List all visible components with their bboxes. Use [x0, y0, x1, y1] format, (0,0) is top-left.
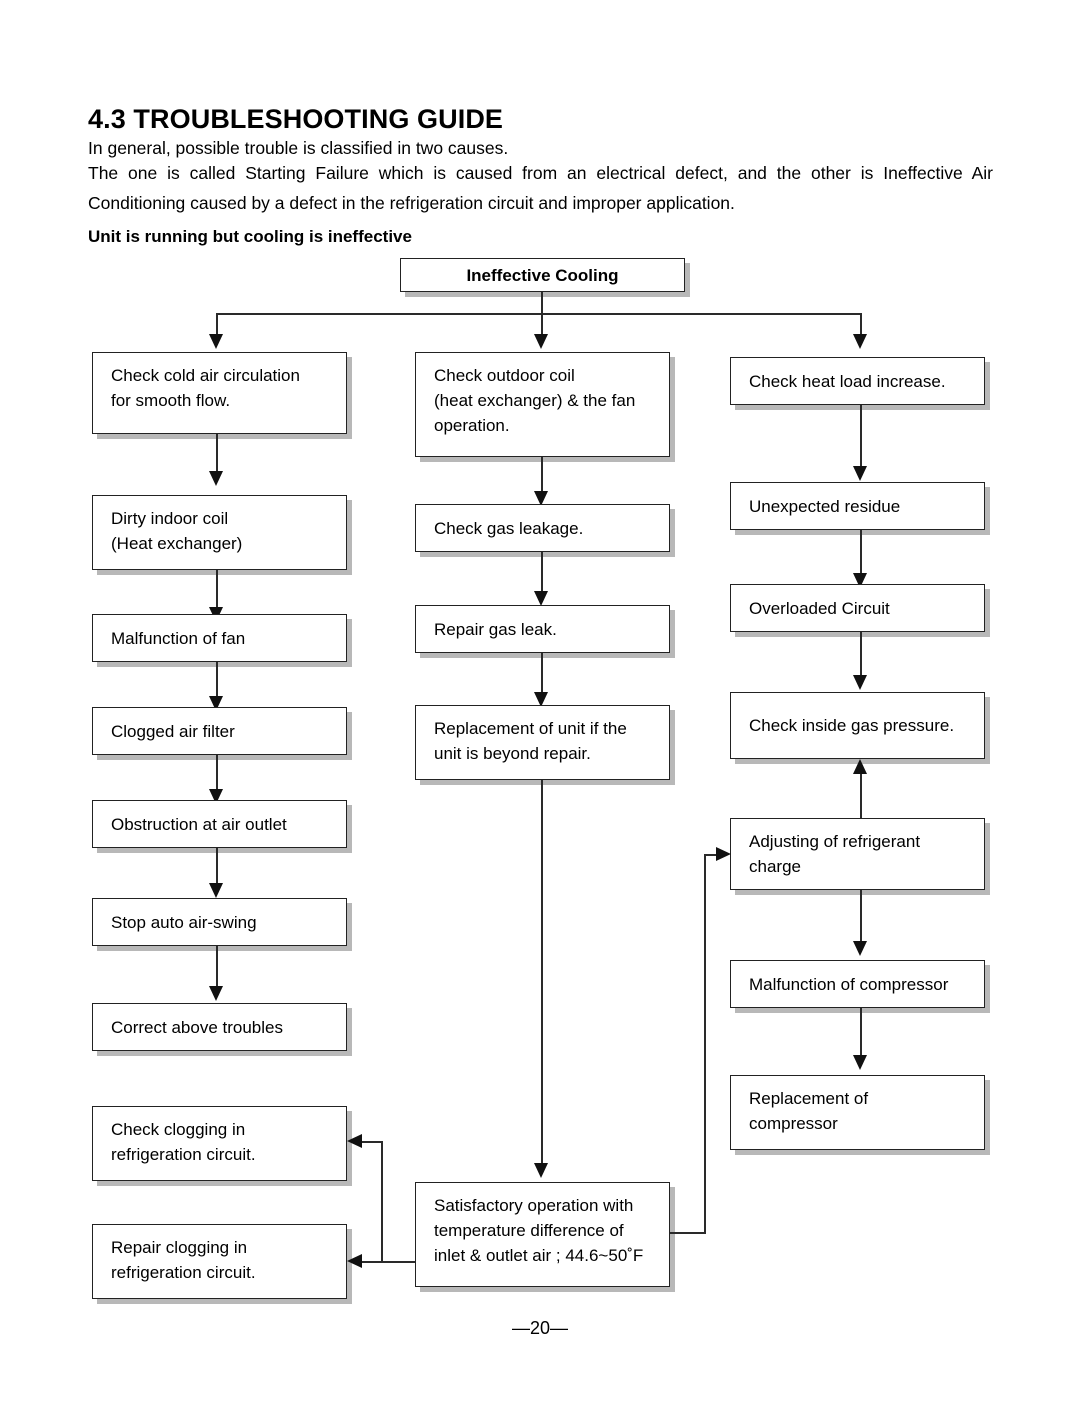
- arrow-right-4-up: [853, 759, 867, 774]
- flow-node-satisfactory-operation: Satisfactory operation with temperature …: [415, 1182, 670, 1287]
- arrow-mid-2: [534, 591, 548, 606]
- flow-node-repair-gas-leak: Repair gas leak.: [415, 605, 670, 653]
- connector-branch-bar: [216, 313, 861, 315]
- arrow-loop-into-adjusting: [716, 847, 731, 861]
- connector-loop-vertical: [704, 854, 706, 1232]
- arrow-left-1: [209, 471, 223, 486]
- connector-root-stem: [541, 292, 543, 313]
- flow-node-malfunction-of-compressor: Malfunction of compressor: [730, 960, 985, 1008]
- flow-node-malfunction-of-fan: Malfunction of fan: [92, 614, 347, 662]
- flow-node-overloaded-circuit: Overloaded Circuit: [730, 584, 985, 632]
- flow-node-check-inside-gas-pressure: Check inside gas pressure.: [730, 692, 985, 759]
- connector-branch-middle: [541, 313, 543, 336]
- flow-node-root: Ineffective Cooling: [400, 258, 685, 292]
- arrow-right-5: [853, 941, 867, 956]
- arrow-right-1: [853, 466, 867, 481]
- flow-node-adjusting-refrigerant-charge: Adjusting of refrigerant charge: [730, 818, 985, 890]
- flow-node-unexpected-residue: Unexpected residue: [730, 482, 985, 530]
- connector-branch-left: [216, 313, 218, 336]
- flow-node-repair-clogging: Repair clogging in refrigeration circuit…: [92, 1224, 347, 1299]
- connector-loop-bottom: [670, 1232, 706, 1234]
- connector-feedback-check-clog-vertical: [381, 1141, 383, 1262]
- flow-node-check-clogging: Check clogging in refrigeration circuit.: [92, 1106, 347, 1181]
- arrow-mid-4: [534, 1163, 548, 1178]
- connector-feedback-repair-clog: [360, 1261, 416, 1263]
- flow-node-check-gas-leakage: Check gas leakage.: [415, 504, 670, 552]
- arrow-branch-right: [853, 334, 867, 349]
- connector-branch-right: [860, 313, 862, 336]
- document-page: 4.3 TROUBLESHOOTING GUIDE In general, po…: [0, 0, 1080, 1405]
- flow-node-obstruction-at-air-outlet: Obstruction at air outlet: [92, 800, 347, 848]
- section-subheading: Unit is running but cooling is ineffecti…: [88, 227, 412, 246]
- intro-paragraph-line-2: The one is called Starting Failure which…: [88, 163, 993, 213]
- arrow-feedback-check-clog: [347, 1134, 362, 1148]
- connector-right-1: [860, 405, 862, 473]
- flow-node-replacement-of-unit: Replacement of unit if the unit is beyon…: [415, 705, 670, 780]
- connector-feedback-check-clog-horizontal: [360, 1141, 382, 1143]
- arrow-branch-left: [209, 334, 223, 349]
- arrow-branch-middle: [534, 334, 548, 349]
- arrow-feedback-repair-clog: [347, 1254, 362, 1268]
- flow-node-check-outdoor-coil: Check outdoor coil (heat exchanger) & th…: [415, 352, 670, 457]
- page-title: 4.3 TROUBLESHOOTING GUIDE: [88, 104, 504, 135]
- flow-node-clogged-air-filter: Clogged air filter: [92, 707, 347, 755]
- connector-mid-4: [541, 780, 543, 1171]
- flow-node-correct-above-troubles: Correct above troubles: [92, 1003, 347, 1051]
- arrow-right-3: [853, 675, 867, 690]
- arrow-right-6: [853, 1055, 867, 1070]
- flow-node-check-heat-load-increase: Check heat load increase.: [730, 357, 985, 405]
- flow-node-stop-auto-air-swing: Stop auto air-swing: [92, 898, 347, 946]
- flow-node-dirty-indoor-coil: Dirty indoor coil (Heat exchanger): [92, 495, 347, 570]
- arrow-left-5: [209, 883, 223, 898]
- page-footer: —20—: [511, 1318, 569, 1338]
- flow-node-check-cold-air-circulation: Check cold air circulation for smooth fl…: [92, 352, 347, 434]
- flow-node-replacement-of-compressor: Replacement of compressor: [730, 1075, 985, 1150]
- arrow-left-6: [209, 986, 223, 1001]
